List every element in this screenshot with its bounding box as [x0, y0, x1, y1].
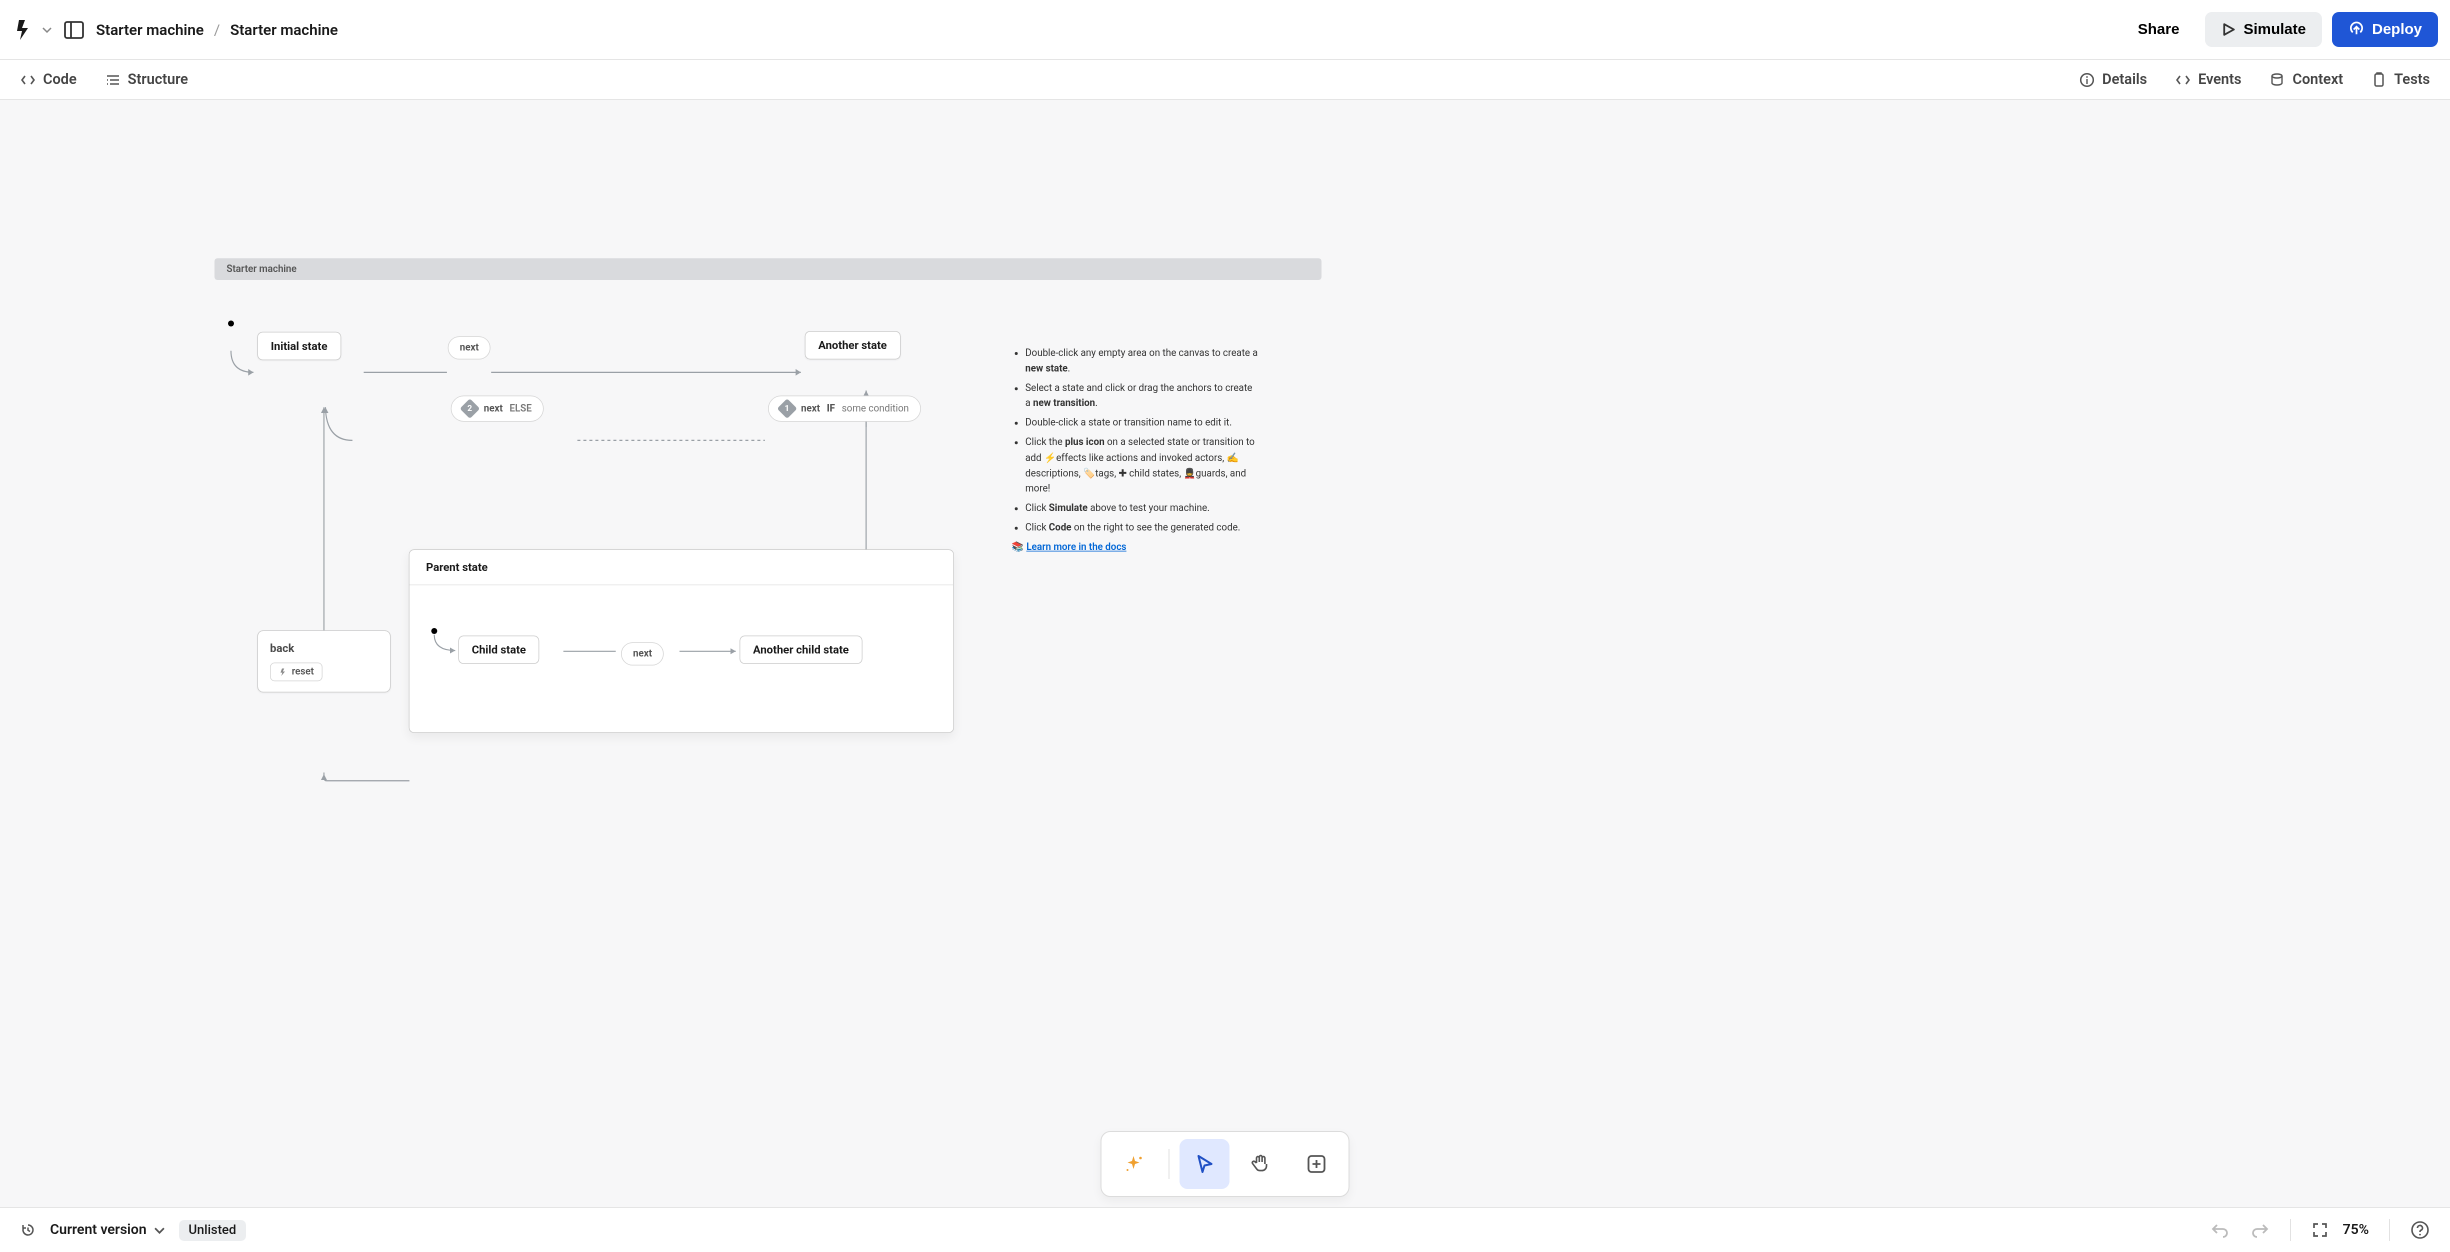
deploy-label: Deploy: [2372, 21, 2422, 38]
guard-order-badge-1: 1: [777, 399, 797, 419]
state-back-action[interactable]: reset: [270, 663, 322, 682]
ai-sparkle-button[interactable]: [1109, 1139, 1159, 1189]
select-tool-button[interactable]: [1180, 1139, 1230, 1189]
deploy-button[interactable]: Deploy: [2332, 12, 2438, 47]
canvas-toolbar: [1101, 1131, 1350, 1197]
logo-dropdown-icon[interactable]: [42, 25, 52, 35]
structure-icon: [105, 72, 121, 88]
tab-structure[interactable]: Structure: [105, 71, 188, 88]
code-icon: [20, 72, 36, 88]
breadcrumb-separator: /: [214, 21, 220, 39]
play-icon: [2221, 22, 2236, 37]
context-icon: [2269, 72, 2285, 88]
add-state-button[interactable]: [1292, 1139, 1342, 1189]
simulate-label: Simulate: [2243, 21, 2306, 38]
chevron-down-icon: [154, 1225, 165, 1236]
events-icon: [2175, 72, 2191, 88]
action-icon: [278, 667, 287, 676]
edges-layer: [0, 100, 1535, 930]
tab-events[interactable]: Events: [2175, 71, 2241, 88]
tab-details[interactable]: Details: [2079, 71, 2147, 88]
tab-code[interactable]: Code: [20, 71, 77, 88]
breadcrumb-parent[interactable]: Starter machine: [96, 21, 204, 39]
undo-button[interactable]: [2210, 1220, 2230, 1240]
visibility-badge: Unlisted: [179, 1220, 247, 1241]
transition-child-next[interactable]: next: [621, 642, 664, 665]
info-icon: [2079, 72, 2095, 88]
breadcrumb: Starter machine / Starter machine: [96, 21, 338, 39]
transition-next-if[interactable]: 1 next IF some condition: [768, 396, 921, 422]
state-machine-canvas[interactable]: Starter machine I: [0, 100, 1535, 930]
guard-order-badge-2: 2: [460, 399, 480, 419]
state-child[interactable]: Child state: [458, 636, 539, 665]
pan-tool-button[interactable]: [1236, 1139, 1286, 1189]
state-another[interactable]: Another state: [805, 331, 901, 360]
initial-state-marker: [228, 321, 234, 327]
history-icon[interactable]: [20, 1222, 36, 1238]
panel-toggle-button[interactable]: [62, 18, 86, 42]
instructions-panel: Double-click any empty area on the canva…: [1012, 346, 1260, 556]
fullscreen-button[interactable]: [2311, 1221, 2329, 1239]
breadcrumb-current[interactable]: Starter machine: [230, 21, 338, 39]
transition-next-else[interactable]: 2 next ELSE: [451, 396, 544, 422]
tab-tests[interactable]: Tests: [2371, 71, 2430, 88]
state-back[interactable]: back reset: [257, 630, 391, 692]
share-button[interactable]: Share: [2122, 12, 2196, 47]
app-logo-icon: [12, 18, 36, 42]
state-initial[interactable]: Initial state: [257, 332, 341, 361]
deploy-icon: [2348, 21, 2365, 38]
machine-title-bar[interactable]: Starter machine: [215, 258, 1322, 280]
zoom-level[interactable]: 75%: [2343, 1222, 2369, 1238]
state-another-child[interactable]: Another child state: [740, 636, 863, 665]
version-dropdown[interactable]: Current version: [50, 1222, 165, 1238]
parent-state-title: Parent state: [410, 550, 954, 585]
tests-icon: [2371, 72, 2387, 88]
docs-link[interactable]: Learn more in the docs: [1026, 542, 1126, 553]
simulate-button[interactable]: Simulate: [2205, 12, 2322, 47]
redo-button[interactable]: [2250, 1220, 2270, 1240]
help-button[interactable]: [2410, 1220, 2430, 1240]
transition-next-1[interactable]: next: [448, 336, 491, 359]
state-parent[interactable]: Parent state Child state next Another ch…: [409, 549, 954, 733]
tab-context[interactable]: Context: [2269, 71, 2343, 88]
